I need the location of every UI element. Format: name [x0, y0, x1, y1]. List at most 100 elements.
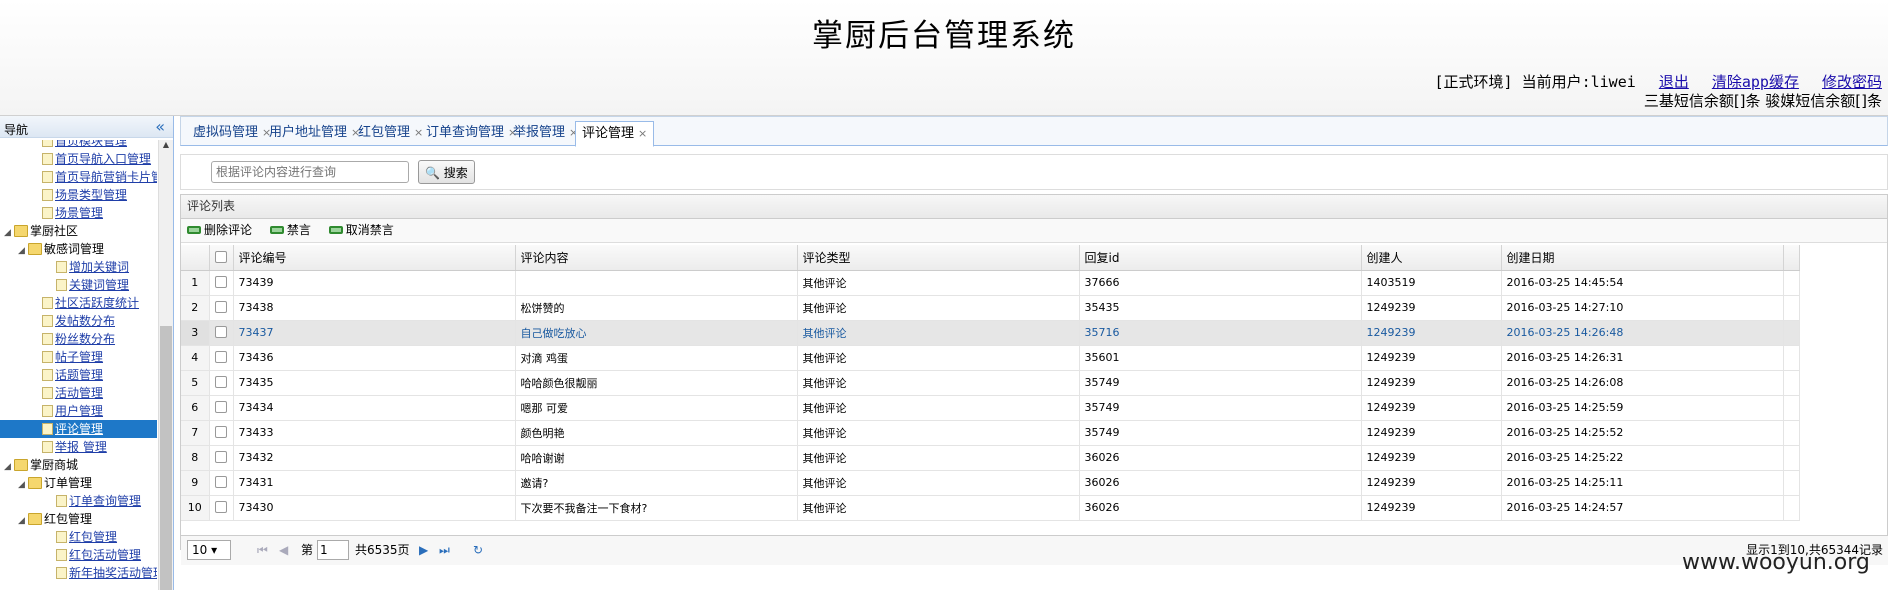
nav-node-label[interactable]: 红包活动管理 [69, 548, 141, 562]
ban-button[interactable]: 禁言 [269, 223, 311, 237]
nav-node-label[interactable]: 粉丝数分布 [55, 332, 115, 346]
nav-node[interactable]: ◢ 掌厨商城 [0, 456, 157, 474]
tab[interactable]: 用户地址管理 × [263, 121, 366, 147]
delete-comment-button[interactable]: 删除评论 [187, 223, 252, 237]
column-header[interactable]: 评论内容 [515, 245, 798, 271]
row-checkbox[interactable] [214, 451, 227, 463]
nav-node[interactable]: 帖子管理 [0, 348, 157, 366]
table-row[interactable]: 4 73436 对滴 鸡蛋 其他评论 35601 1249239 2016-03-25 14… [181, 345, 1800, 371]
nav-node[interactable]: 活动管理 [0, 384, 157, 402]
tab[interactable]: 红包管理 × [352, 121, 429, 147]
nav-node[interactable]: 场景管理 [0, 204, 157, 222]
column-header[interactable]: 回复id [1079, 245, 1362, 271]
tab[interactable]: 评论管理 × [575, 121, 655, 147]
row-checkbox[interactable] [214, 476, 227, 488]
nav-node-label[interactable]: 社区活跃度统计 [55, 296, 139, 310]
nav-node-label[interactable]: 首页模块管理 [55, 140, 127, 148]
scroll-up-icon[interactable]: ▲ [159, 140, 173, 154]
close-icon[interactable]: × [638, 127, 647, 140]
nav-node[interactable]: 新年抽奖活动管理 [0, 564, 157, 582]
nav-node[interactable]: ◢ 订单管理 [0, 474, 157, 492]
sidebar-scrollbar[interactable]: ▲ [158, 140, 173, 590]
table-row[interactable]: 8 73432 哈哈谢谢 其他评论 36026 1249239 2016-03-25 14:… [181, 445, 1800, 471]
nav-node[interactable]: 关键词管理 [0, 276, 157, 294]
table-row[interactable]: 5 73435 哈哈颜色很靓丽 其他评论 35749 1249239 2016-03-25 … [181, 370, 1800, 396]
nav-node[interactable]: 首页导航营销卡片管 [0, 168, 157, 186]
table-row[interactable]: 7 73433 颜色明艳 其他评论 35749 1249239 2016-03-25 14:… [181, 420, 1800, 446]
nav-node-label[interactable]: 增加关键词 [69, 260, 129, 274]
search-button[interactable]: 🔍 搜索 [418, 160, 475, 184]
table-row[interactable]: 1 73439 其他评论 37666 1403519 2016-03-25 14:45:5… [181, 270, 1800, 296]
nav-node[interactable]: 红包管理 [0, 528, 157, 546]
collapse-icon[interactable]: « [155, 117, 165, 136]
nav-node[interactable]: 首页导航入口管理 [0, 150, 157, 168]
change-password-link[interactable]: 修改密码 [1822, 73, 1882, 91]
nav-node[interactable]: 举报 管理 [0, 438, 157, 456]
page-size-select[interactable]: 10 ▾ [187, 540, 231, 560]
select-all-checkbox[interactable] [214, 251, 227, 264]
nav-node-label[interactable]: 评论管理 [55, 422, 103, 436]
nav-node[interactable]: ◢ 红包管理 [0, 510, 157, 528]
logout-link[interactable]: 退出 [1659, 73, 1689, 91]
refresh-icon[interactable]: ↻ [473, 536, 483, 564]
nav-node[interactable]: 订单查询管理 [0, 492, 157, 510]
nav-node-label[interactable]: 新年抽奖活动管理 [69, 566, 157, 580]
column-header[interactable]: 创建日期 [1501, 245, 1784, 271]
table-row[interactable]: 2 73438 松饼赞的 其他评论 35435 1249239 2016-03-25 14:… [181, 295, 1800, 321]
row-checkbox[interactable] [214, 376, 227, 388]
nav-node-label[interactable]: 用户管理 [55, 404, 103, 418]
table-row[interactable]: 10 73430 下次要不我备注一下食材? 其他评论 36026 1249239 2016-… [181, 495, 1800, 521]
nav-node-label[interactable]: 红包管理 [69, 530, 117, 544]
nav-node-label[interactable]: 关键词管理 [69, 278, 129, 292]
nav-node-label[interactable]: 举报 管理 [55, 440, 107, 454]
nav-node-label[interactable]: 活动管理 [55, 386, 103, 400]
nav-node[interactable]: 红包活动管理 [0, 546, 157, 564]
nav-node[interactable]: 话题管理 [0, 366, 157, 384]
nav-node[interactable]: 首页模块管理 [0, 140, 157, 150]
nav-node-label[interactable]: 首页导航入口管理 [55, 152, 151, 166]
column-header[interactable]: 评论类型 [797, 245, 1080, 271]
nav-node[interactable]: ◢ 掌厨社区 [0, 222, 157, 240]
nav-node[interactable]: 增加关键词 [0, 258, 157, 276]
scroll-thumb[interactable] [160, 326, 172, 590]
column-header[interactable]: 评论编号 [233, 245, 516, 271]
nav-node-label[interactable]: 场景类型管理 [55, 188, 127, 202]
table-row[interactable]: 6 73434 嗯那 可爱 其他评论 35749 1249239 2016-03-25 14… [181, 395, 1800, 421]
last-page-icon[interactable]: ⏭ [439, 536, 450, 564]
nav-node-label[interactable]: 订单查询管理 [69, 494, 141, 508]
nav-node[interactable]: ◢ 敏感词管理 [0, 240, 157, 258]
nav-node[interactable]: 评论管理 [0, 420, 157, 438]
nav-node-label[interactable]: 场景管理 [55, 206, 103, 220]
column-header[interactable]: 创建人 [1361, 245, 1502, 271]
first-page-icon[interactable]: ⏮ [257, 536, 268, 564]
page-number-input[interactable]: 1 [317, 540, 349, 560]
nav-node[interactable]: 用户管理 [0, 402, 157, 420]
next-page-icon[interactable]: ▶ [419, 536, 428, 564]
unban-button[interactable]: 取消禁言 [328, 223, 394, 237]
nav-node-label[interactable]: 话题管理 [55, 368, 103, 382]
nav-node[interactable]: 粉丝数分布 [0, 330, 157, 348]
search-input[interactable] [211, 161, 409, 183]
nav-node[interactable]: 发帖数分布 [0, 312, 157, 330]
row-checkbox[interactable] [214, 276, 227, 288]
table-row[interactable]: 3 73437 自己做吃放心 其他评论 35716 1249239 2016-03-25 1… [181, 320, 1800, 346]
nav-node-label[interactable]: 首页导航营销卡片管 [55, 170, 157, 184]
document-icon [56, 567, 67, 579]
row-checkbox[interactable] [214, 501, 227, 513]
tab[interactable]: 举报管理 × [507, 121, 584, 147]
nav-node-label[interactable]: 帖子管理 [55, 350, 103, 364]
row-checkbox[interactable] [214, 326, 227, 338]
clear-cache-link[interactable]: 清除app缓存 [1712, 73, 1799, 91]
nav-node[interactable]: 社区活跃度统计 [0, 294, 157, 312]
comment-grid: 评论列表 删除评论 禁言 取消禁言 评论编号 评论内容 评论类型 回复id 创建人 创建日… [180, 194, 1888, 565]
sidebar-header: 导航 « [0, 116, 173, 138]
row-checkbox[interactable] [214, 301, 227, 313]
header: 掌厨后台管理系统 [正式环境] 当前用户:liwei 退出 清除app缓存 修改… [0, 0, 1888, 116]
prev-page-icon[interactable]: ◀ [279, 536, 288, 564]
row-checkbox[interactable] [214, 401, 227, 413]
nav-node[interactable]: 场景类型管理 [0, 186, 157, 204]
row-checkbox[interactable] [214, 426, 227, 438]
row-checkbox[interactable] [214, 351, 227, 363]
table-row[interactable]: 9 73431 邀请? 其他评论 36026 1249239 2016-03-25 14:2… [181, 470, 1800, 496]
nav-node-label[interactable]: 发帖数分布 [55, 314, 115, 328]
